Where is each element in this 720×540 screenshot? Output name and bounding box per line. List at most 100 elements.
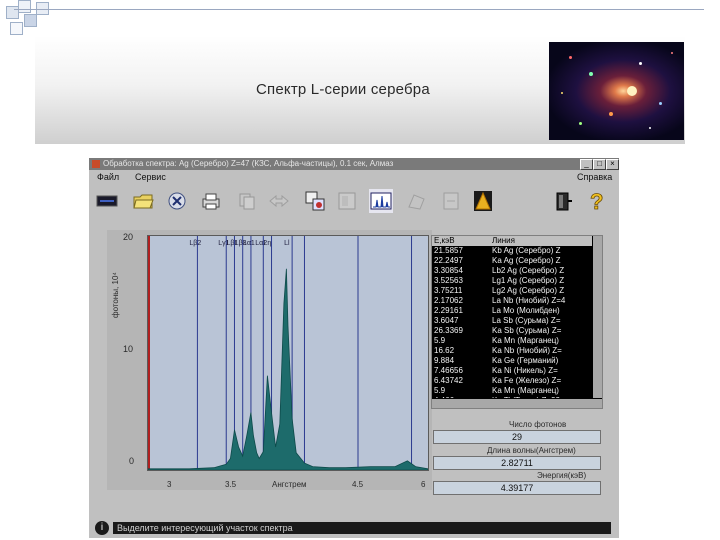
svg-text:?: ?	[590, 189, 603, 213]
column-line[interactable]: Линия	[492, 236, 515, 246]
list-row[interactable]: 3.52563 Lg1 Ag (Серебро) Z	[432, 276, 592, 286]
menu-help[interactable]: Справка	[577, 172, 612, 182]
energy-label: Энергия(кэВ)	[537, 471, 587, 480]
row-line: Ka Ag (Серебро) Z	[492, 256, 561, 265]
monitor-icon[interactable]	[95, 189, 119, 213]
app-icon	[92, 160, 100, 168]
row-energy: 22.2497	[434, 256, 463, 265]
wavelength-value: 2.82711	[433, 456, 601, 470]
list-row[interactable]: 21.5857 Kb Ag (Серебро) Z	[432, 246, 592, 256]
list-header: E,кэВ Линия	[432, 236, 592, 246]
exit-icon[interactable]	[551, 189, 575, 213]
list-row[interactable]: 7.46656 Ka Ni (Никель) Z=	[432, 366, 592, 376]
wavelength-label: Длина волны(Ангстрем)	[487, 446, 576, 455]
list-horizontal-scrollbar[interactable]	[432, 399, 602, 408]
list-row[interactable]: 5.9 Ka Mn (Марганец)	[432, 386, 592, 396]
list-row[interactable]: 5.9 Ka Mn (Марганец)	[432, 336, 592, 346]
photons-value: 29	[433, 430, 601, 444]
title-rule	[14, 9, 704, 10]
list-row[interactable]: 4.466 Ka Ti (Титан) Z=22	[432, 396, 592, 398]
row-line: La Sb (Сурьма) Z=	[492, 316, 561, 325]
list-row[interactable]: 2.17062 La Nb (Ниобий) Z=4	[432, 296, 592, 306]
list-row[interactable]: 9.884 Ka Ge (Германий)	[432, 356, 592, 366]
row-energy: 3.75211	[434, 286, 463, 295]
row-line: Ka Ge (Германий)	[492, 356, 559, 365]
row-line: Ka Ni (Никель) Z=	[492, 366, 558, 375]
copy-icon[interactable]	[235, 189, 259, 213]
status-text: Выделите интересующий участок спектра	[113, 522, 611, 534]
list-row[interactable]: 2.29161 La Mo (Молибден)	[432, 306, 592, 316]
row-energy: 7.46656	[434, 366, 463, 375]
minimize-button[interactable]: _	[580, 159, 593, 170]
spectrum-icon[interactable]	[369, 189, 393, 213]
row-energy: 3.52563	[434, 276, 463, 285]
spectrum-area	[147, 268, 429, 471]
y-tick-label: 10	[123, 344, 134, 354]
y-tick-label: 0	[129, 456, 135, 466]
row-line: Lg1 Ag (Серебро) Z	[492, 276, 565, 285]
close-circle-icon[interactable]	[165, 189, 189, 213]
row-line: La Nb (Ниобий) Z=4	[492, 296, 566, 305]
row-line: Ka Ti (Титан) Z=22	[492, 396, 560, 398]
disabled2-icon[interactable]	[439, 189, 463, 213]
x-tick-label: 6	[421, 480, 426, 489]
list-rows: 21.5857 Kb Ag (Серебро) Z 22.2497 Ka Ag (Се…	[432, 246, 592, 398]
spectrum-app-window: Обработка спектра: Ag (Серебро) Z=47 (КЗ…	[89, 158, 619, 538]
line-marker-label: Ll	[284, 240, 290, 247]
info-icon: i	[95, 521, 109, 535]
line-list[interactable]: E,кэВ Линия 21.5857 Kb Ag (Серебро) Z 22.2…	[431, 235, 603, 409]
y-tick-label: 20	[123, 232, 134, 242]
help-icon[interactable]: ?	[585, 189, 609, 213]
x-tick-label: 4.5	[352, 480, 364, 489]
menu-service[interactable]: Сервис	[135, 172, 166, 182]
line-marker-label: Lβ2	[189, 240, 201, 247]
row-energy: 4.466	[434, 396, 454, 398]
photons-label: Число фотонов	[509, 420, 567, 429]
row-energy: 21.5857	[434, 246, 463, 255]
list-row[interactable]: 3.30854 Lb2 Ag (Серебро) Z	[432, 266, 592, 276]
disabled-icon[interactable]	[405, 189, 429, 213]
list-row[interactable]: 3.75211 Lg2 Ag (Серебро) Z	[432, 286, 592, 296]
spectrum-plot-area[interactable]: Lβ2 Lγ1 Lβ1 Lβ3 Lα1 Lα2 Lη Ll	[147, 235, 429, 471]
close-window-button[interactable]: ×	[606, 159, 619, 170]
list-row[interactable]: 3.6047 La Sb (Сурьма) Z=	[432, 316, 592, 326]
galaxy-image	[549, 42, 684, 140]
x-tick-label: 3.5	[225, 480, 237, 489]
x-axis-title: Ангстрем	[272, 480, 307, 489]
list-row[interactable]: 26.3369 Ka Sb (Сурьма) Z=	[432, 326, 592, 336]
compare-icon[interactable]	[303, 189, 327, 213]
folder-open-icon[interactable]	[131, 189, 155, 213]
window-title: Обработка спектра: Ag (Серебро) Z=47 (КЗ…	[103, 159, 394, 168]
y-axis-label: фотоны, 10⁴	[111, 272, 120, 318]
maximize-button[interactable]: □	[593, 159, 606, 170]
line-marker-label: Lη	[264, 240, 272, 247]
row-line: Ka Mn (Марганец)	[492, 336, 559, 345]
row-energy: 9.884	[434, 356, 455, 365]
menu-file[interactable]: Файл	[97, 172, 119, 182]
row-line: Lg2 Ag (Серебро) Z	[492, 286, 565, 295]
row-energy: 26.3369	[434, 326, 463, 335]
row-energy: 2.17062	[434, 296, 463, 305]
list-vertical-scrollbar[interactable]	[593, 236, 602, 398]
row-energy: 5.9	[434, 386, 446, 395]
spectrum-plot-panel: фотоны, 10⁴ 20 10 0 Lβ2 Lγ1 Lβ1 Lβ3 Lα1 Lα2 Lη…	[107, 230, 432, 490]
row-energy: 6.43742	[434, 376, 463, 385]
line-marker-label: Lα1	[243, 240, 255, 247]
list-row[interactable]: 6.43742 Ka Fe (Железо) Z=	[432, 376, 592, 386]
row-line: Ka Nb (Ниобий) Z=	[492, 346, 562, 355]
row-energy: 3.30854	[434, 266, 463, 275]
x-tick-label: 3	[167, 480, 172, 489]
atom-peak-icon[interactable]	[471, 189, 495, 213]
slide-title: Спектр L-серии серебра	[256, 81, 430, 98]
printer-icon[interactable]	[199, 189, 223, 213]
row-line: Ka Sb (Сурьма) Z=	[492, 326, 562, 335]
list-row[interactable]: 16.62 Ka Nb (Ниобий) Z=	[432, 346, 592, 356]
panel-icon[interactable]	[335, 189, 359, 213]
column-energy[interactable]: E,кэВ	[434, 236, 455, 246]
spectrum-chart[interactable]: Lβ2 Lγ1Lβ1Lβ3Lα1 Lα2Lη Ll	[147, 236, 429, 471]
toolbar: ?	[89, 186, 619, 220]
row-line: La Mo (Молибден)	[492, 306, 560, 315]
menubar: Файл Сервис Справка	[89, 171, 619, 184]
list-row[interactable]: 22.2497 Ka Ag (Серебро) Z	[432, 256, 592, 266]
arrows-icon[interactable]	[267, 189, 291, 213]
